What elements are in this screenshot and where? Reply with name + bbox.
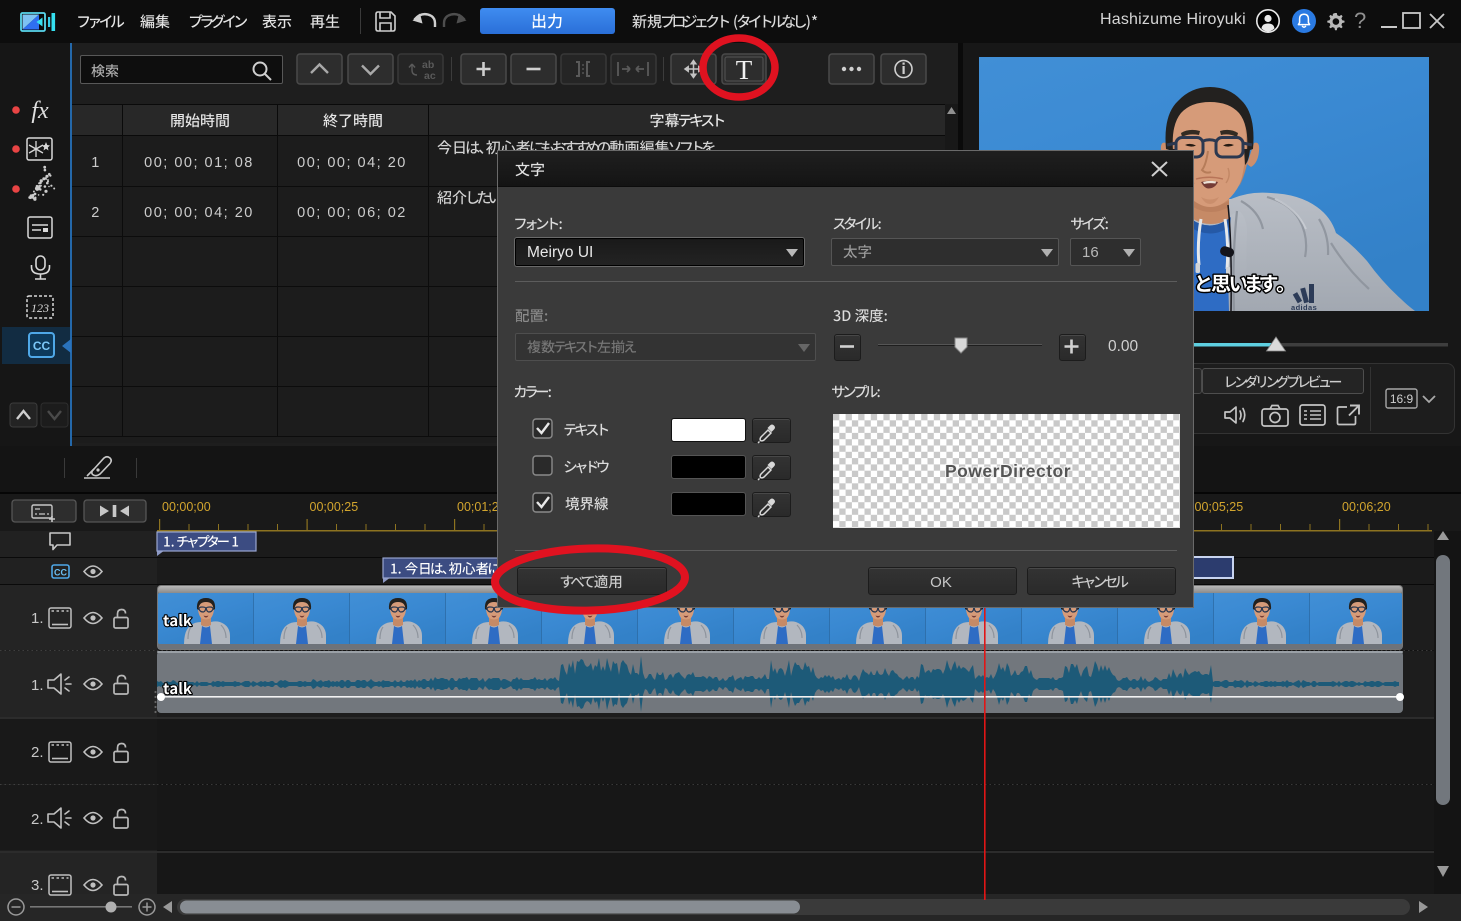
svg-text:OK: OK — [930, 574, 952, 591]
svg-text:PowerDirector: PowerDirector — [945, 461, 1071, 481]
svg-text:0.00: 0.00 — [1108, 338, 1139, 355]
svg-text:Meiryo UI: Meiryo UI — [527, 244, 593, 261]
svg-text:16: 16 — [1082, 244, 1099, 261]
